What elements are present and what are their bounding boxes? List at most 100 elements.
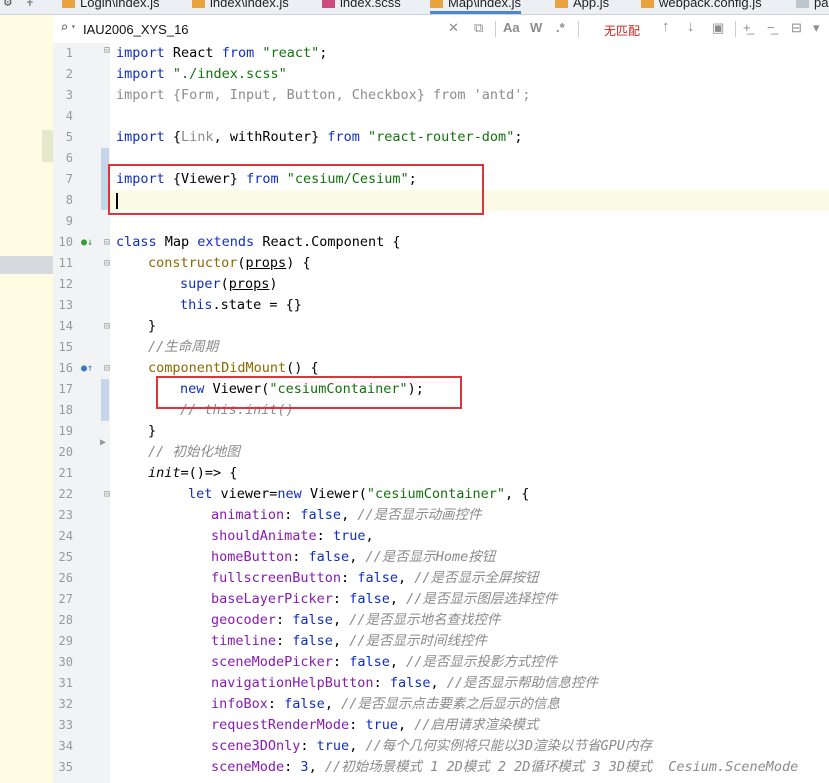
token: , bbox=[213, 129, 230, 145]
function-name: componentDidMount bbox=[148, 360, 287, 376]
arrow-up-icon[interactable]: ↑ bbox=[662, 18, 670, 35]
code-line-23: animation: false, //是否显示动画控件 bbox=[211, 507, 482, 523]
line-number: 28 bbox=[58, 613, 73, 627]
string: "react" bbox=[254, 45, 320, 61]
tab-label: index.scss bbox=[340, 0, 401, 10]
line-number: 34 bbox=[58, 739, 73, 753]
line-number: 12 bbox=[58, 277, 73, 291]
line-number: 14 bbox=[58, 319, 73, 333]
token: Map bbox=[156, 234, 198, 250]
pin-icon[interactable]: ǂ bbox=[26, 0, 34, 10]
keyword: super bbox=[180, 276, 221, 292]
line-number: 9 bbox=[65, 214, 73, 228]
code-line-33: requestRenderMode: true, //启用请求渲染模式 bbox=[211, 717, 539, 733]
keyword: class bbox=[116, 234, 157, 250]
line-number: 35 bbox=[58, 760, 73, 774]
property-key: baseLayerPicker bbox=[211, 591, 333, 607]
value: false bbox=[349, 654, 390, 670]
value: true bbox=[332, 528, 366, 544]
regex-button[interactable]: .* bbox=[556, 20, 565, 35]
code-line-27: baseLayerPicker: false, //是否显示图层选择控件 bbox=[211, 591, 558, 607]
toggle-selection-icon[interactable]: ⊟ bbox=[791, 20, 802, 36]
token: React.Component { bbox=[254, 234, 401, 250]
token: , { bbox=[505, 486, 530, 502]
comment: //是否显示图层选择控件 bbox=[406, 591, 558, 607]
js-file-icon bbox=[641, 0, 654, 8]
code-line-2: import "./index.scss" bbox=[116, 64, 287, 85]
comment: //是否显示时间线控件 bbox=[349, 633, 487, 649]
comment: //是否显示帮助信息控件 bbox=[446, 675, 598, 691]
line-number: 5 bbox=[65, 130, 73, 144]
js-file-icon bbox=[555, 0, 568, 8]
line-number: 30 bbox=[58, 655, 73, 669]
arrow-down-icon[interactable]: ↓ bbox=[687, 18, 695, 35]
play-icon[interactable]: ▶ bbox=[100, 432, 106, 453]
line-number: 16 bbox=[58, 361, 73, 375]
implements-marker-icon[interactable]: ●↑ bbox=[81, 358, 93, 379]
code-line-32: infoBox: false, //是否显示点击要素之后显示的信息 bbox=[211, 696, 560, 712]
line-number: 29 bbox=[58, 634, 73, 648]
no-match-label: 无匹配 bbox=[604, 24, 641, 38]
tab-login-index-js[interactable]: Login\index.js bbox=[62, 0, 160, 14]
line-number: 11 bbox=[58, 256, 73, 270]
code-line-15: //生命周期 bbox=[148, 339, 219, 355]
search-input[interactable] bbox=[83, 20, 423, 38]
match-case-button[interactable]: Aa bbox=[503, 20, 520, 35]
filter-icon[interactable]: ▾ bbox=[813, 20, 820, 36]
highlight-box-import bbox=[108, 164, 484, 215]
line-number: 17 bbox=[58, 382, 73, 396]
comment: //启用请求渲染模式 bbox=[414, 717, 539, 733]
code-line-34: scene3DOnly: true, //每个几何实例将只能以3D渲染以节省GP… bbox=[211, 738, 652, 754]
line-number: 32 bbox=[58, 697, 73, 711]
line-number: 31 bbox=[58, 676, 73, 690]
value: 3 bbox=[300, 759, 309, 775]
gear-icon[interactable]: ⚙ bbox=[4, 0, 12, 10]
token: ( bbox=[220, 276, 229, 292]
search-icon[interactable]: ⌕ bbox=[60, 20, 68, 36]
token: =()=> { bbox=[180, 465, 238, 481]
value: false bbox=[300, 507, 342, 523]
value: true bbox=[316, 738, 350, 754]
remove-selection-icon[interactable]: −̲ bbox=[767, 20, 775, 35]
tab-index-index-js[interactable]: index\index.js bbox=[192, 0, 289, 14]
editor-tab-bar: ⚙ ǂ Login\index.js index\index.js index.… bbox=[0, 0, 829, 15]
value: false bbox=[292, 633, 333, 649]
history-icon[interactable]: ⧉ bbox=[474, 20, 483, 36]
code-line-31: navigationHelpButton: false, //是否显示帮助信息控… bbox=[211, 675, 598, 691]
value: false bbox=[357, 570, 398, 586]
comment: //是否显示点击要素之后显示的信息 bbox=[341, 696, 560, 712]
keyword: from bbox=[221, 45, 255, 61]
line-number: 10 bbox=[58, 235, 73, 249]
keyword: from bbox=[327, 129, 360, 145]
method-name: init bbox=[148, 465, 181, 481]
find-bar: ⌕ ▾ ✕ ⧉ Aa W .* 无匹配 ↑ ↓ ▣ +̲ −̲ ⊟ ▾ bbox=[53, 15, 829, 44]
tab-map-index-js[interactable]: Map\index.js bbox=[430, 0, 521, 14]
line-number: 27 bbox=[58, 592, 73, 606]
chevron-down-icon[interactable]: ▾ bbox=[71, 22, 76, 31]
add-selection-icon[interactable]: +̲ bbox=[743, 20, 751, 35]
property-key: animation bbox=[211, 507, 285, 523]
token: .state = {} bbox=[212, 297, 302, 313]
code-line-35: sceneMode: 3, //初始场景模式 1 2D模式 2 2D循环模式 3… bbox=[211, 759, 799, 775]
value: true bbox=[365, 717, 398, 733]
tab-app-js[interactable]: App.js bbox=[555, 0, 609, 14]
token: ; bbox=[514, 129, 523, 145]
whole-words-button[interactable]: W bbox=[530, 20, 542, 35]
token: ( bbox=[237, 255, 246, 271]
comment: //是否显示动画控件 bbox=[357, 507, 482, 523]
line-number: 23 bbox=[58, 508, 73, 522]
select-all-icon[interactable]: ▣ bbox=[712, 20, 724, 36]
token: Link bbox=[181, 129, 214, 145]
close-icon[interactable]: ✕ bbox=[448, 20, 459, 36]
tab-index-scss[interactable]: index.scss bbox=[322, 0, 401, 14]
keyword: import bbox=[116, 66, 165, 82]
tab-webpack-config-js[interactable]: webpack.config.js bbox=[641, 0, 762, 14]
override-marker-icon[interactable]: ●↓ bbox=[81, 232, 93, 253]
tab-overflow[interactable]: pa bbox=[796, 0, 828, 14]
code-line-21: init=()=> { bbox=[148, 463, 237, 484]
line-number: 24 bbox=[58, 529, 73, 543]
code-line-14: } bbox=[148, 318, 157, 334]
comment: //是否显示Home按钮 bbox=[365, 549, 496, 565]
token: ) bbox=[269, 276, 278, 292]
code-line-29: timeline: false, //是否显示时间线控件 bbox=[211, 633, 487, 649]
